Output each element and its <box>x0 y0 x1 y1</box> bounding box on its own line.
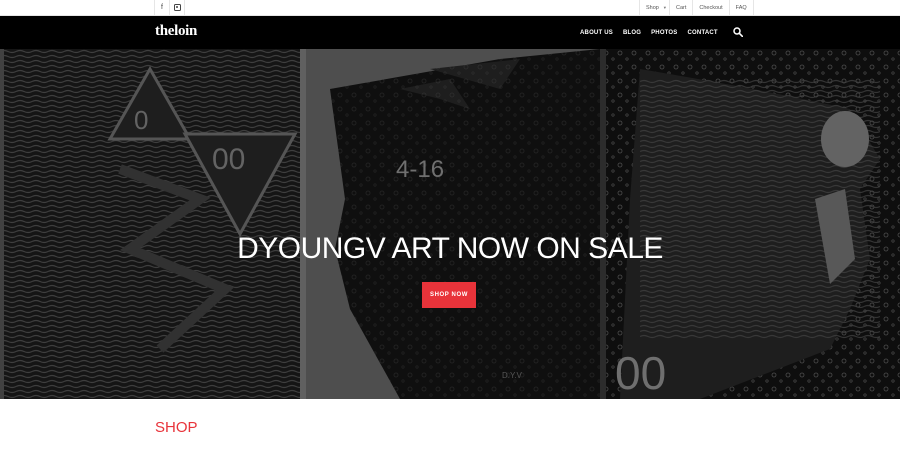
utility-links: Shop ▼ Cart Checkout FAQ <box>639 0 754 15</box>
facebook-icon[interactable]: f <box>155 0 170 15</box>
top-utility-bar: f Shop ▼ Cart Checkout FAQ <box>0 0 900 16</box>
hero-title: DYOUNGV ART NOW ON SALE <box>237 232 663 265</box>
hero-artwork: 0 00 4-16 D.Y.V 00 <box>0 49 900 399</box>
utility-shop-label: Shop <box>646 4 659 11</box>
site-logo[interactable]: theloin <box>155 23 197 40</box>
utility-faq-link[interactable]: FAQ <box>730 0 754 15</box>
utility-checkout-link[interactable]: Checkout <box>693 0 730 15</box>
main-navbar: theloin ABOUT US BLOG PHOTOS CONTACT <box>0 16 900 49</box>
nav-photos[interactable]: PHOTOS <box>651 30 677 36</box>
search-icon[interactable] <box>733 27 743 37</box>
social-links: f <box>154 0 185 15</box>
utility-checkout-label: Checkout <box>699 4 723 11</box>
shop-section-title: SHOP <box>155 419 198 436</box>
utility-faq-label: FAQ <box>735 4 747 11</box>
utility-cart-label: Cart <box>676 4 687 11</box>
utility-shop-link[interactable]: Shop ▼ <box>640 0 670 15</box>
hero-banner: 0 00 4-16 D.Y.V 00 DYOUNGV ART NOW ON SA… <box>0 49 900 399</box>
instagram-icon[interactable] <box>170 0 185 15</box>
nav-contact[interactable]: CONTACT <box>688 30 718 36</box>
shop-now-button[interactable]: SHOP NOW <box>422 282 476 308</box>
nav-blog[interactable]: BLOG <box>623 30 641 36</box>
nav-about-us[interactable]: ABOUT US <box>580 30 613 36</box>
facebook-glyph: f <box>161 4 163 11</box>
chevron-down-icon: ▼ <box>662 5 667 10</box>
primary-nav: ABOUT US BLOG PHOTOS CONTACT <box>580 16 728 49</box>
utility-cart-link[interactable]: Cart <box>670 0 694 15</box>
